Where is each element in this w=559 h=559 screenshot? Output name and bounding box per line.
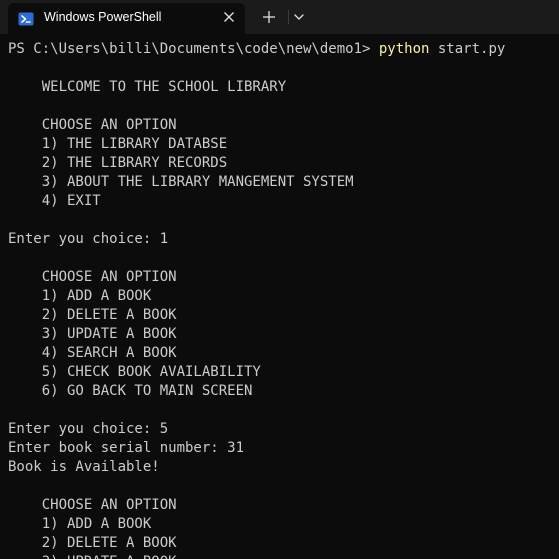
chevron-down-icon (294, 14, 304, 20)
terminal-line: 2) DELETE A BOOK (8, 535, 177, 551)
terminal-line: Enter you choice: 1 (8, 231, 169, 247)
terminal-line: CHOOSE AN OPTION (8, 497, 177, 513)
prompt-line: PS C:\Users\billi\Documents\code\new\dem… (8, 40, 559, 59)
terminal-line: 3) ABOUT THE LIBRARY MANGEMENT SYSTEM (8, 174, 354, 190)
terminal-line: 6) GO BACK TO MAIN SCREEN (8, 383, 253, 399)
profiles-dropdown-button[interactable] (289, 7, 309, 27)
tab-windows-powershell[interactable]: Windows PowerShell (8, 3, 245, 34)
terminal-line: 1) ADD A BOOK (8, 516, 152, 532)
tab-title: Windows PowerShell (44, 10, 162, 24)
terminal-line: 2) DELETE A BOOK (8, 307, 177, 323)
terminal-line: 3) UPDATE A BOOK (8, 326, 177, 342)
close-icon (224, 12, 234, 22)
terminal-line: 3) UPDATE A BOOK (8, 553, 559, 559)
terminal-line: CHOOSE AN OPTION (8, 117, 177, 133)
terminal-line: 1) ADD A BOOK (8, 288, 152, 304)
terminal-line: CHOOSE AN OPTION (8, 269, 177, 285)
powershell-icon (18, 11, 34, 27)
tab-bar: Windows PowerShell (0, 0, 559, 34)
terminal-line: Enter book serial number: 31 (8, 440, 245, 456)
terminal-line: Enter you choice: 5 (8, 421, 169, 437)
terminal-output[interactable]: PS C:\Users\billi\Documents\code\new\dem… (8, 40, 559, 559)
new-tab-button[interactable] (259, 7, 279, 27)
terminal-line: Book is Available! (8, 459, 160, 475)
terminal-line: 4) EXIT (8, 193, 101, 209)
close-tab-button[interactable] (220, 8, 238, 26)
terminal-line: 2) THE LIBRARY RECORDS (8, 155, 228, 171)
plus-icon (263, 11, 275, 23)
command-args: start.py (429, 41, 506, 57)
terminal-line: 5) CHECK BOOK AVAILABILITY (8, 364, 261, 380)
prompt-path: PS C:\Users\billi\Documents\code\new\dem… (8, 41, 379, 57)
output-lines: WELCOME TO THE SCHOOL LIBRARY CHOOSE AN … (8, 59, 559, 559)
terminal-line: WELCOME TO THE SCHOOL LIBRARY (8, 79, 287, 95)
terminal-window: Windows PowerShell PS C:\Users\billi\Doc… (0, 0, 559, 559)
command-name: python (378, 41, 430, 57)
terminal-line: 1) THE LIBRARY DATABSE (8, 136, 228, 152)
terminal-line: 4) SEARCH A BOOK (8, 345, 177, 361)
